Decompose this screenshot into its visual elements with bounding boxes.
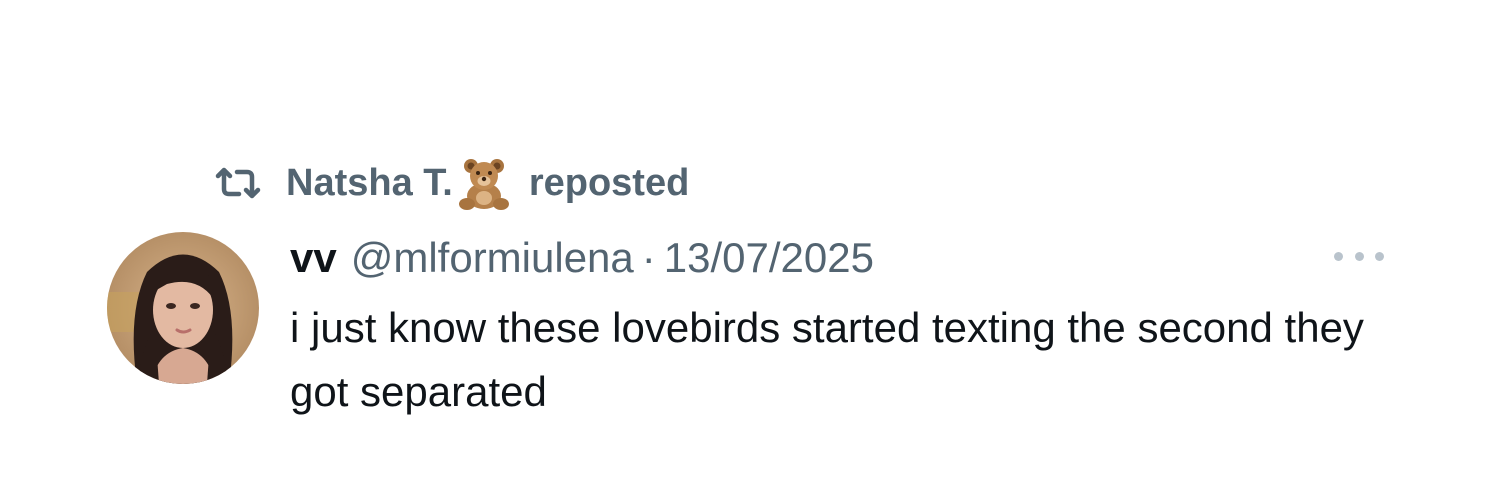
teddy-bear-emoji xyxy=(455,154,513,212)
more-options-icon[interactable] xyxy=(1334,244,1384,268)
reposter-name[interactable]: Natsha T. xyxy=(286,162,453,205)
separator-dot: · xyxy=(641,234,656,281)
more-dot xyxy=(1354,251,1364,261)
user-handle[interactable]: @mlformiulena xyxy=(351,234,634,282)
repost-indicator: Natsha T. reposted xyxy=(214,154,689,212)
avatar-photo xyxy=(107,232,259,384)
avatar[interactable] xyxy=(107,232,259,384)
display-name[interactable]: vv xyxy=(290,234,337,282)
repost-action-label: reposted xyxy=(528,161,690,204)
tweet-text: i just know these lovebirds started text… xyxy=(290,304,1364,415)
tweet-header: vv @mlformiulena · 13/07/2025 xyxy=(290,228,874,288)
tweet-date[interactable]: 13/07/2025 xyxy=(664,234,874,282)
repost-icon xyxy=(214,163,270,203)
more-dot xyxy=(1334,251,1343,261)
more-dot xyxy=(1375,251,1384,261)
